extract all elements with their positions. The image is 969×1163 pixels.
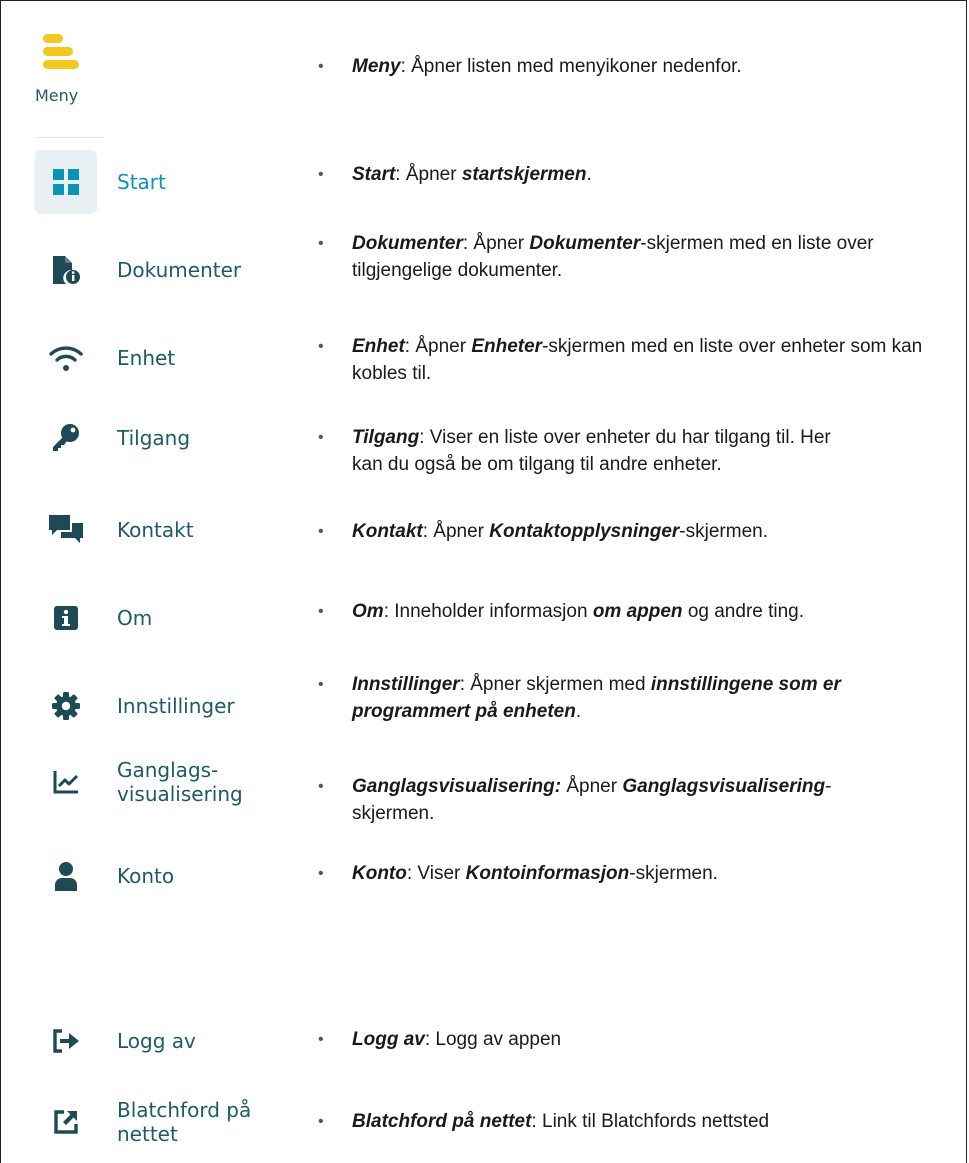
desc-4: • Tilgang: Viser en liste over enheter du… xyxy=(318,427,831,475)
desc-emphasis: om appen xyxy=(592,601,683,622)
user-icon xyxy=(35,844,97,908)
gear-icon xyxy=(35,674,97,738)
desc-6: • Om: Inneholder informasjon om appen og … xyxy=(318,601,805,622)
desc-emphasis: Ganglagsvisualisering xyxy=(622,776,826,797)
desc-emphasis: Enheter xyxy=(471,336,543,357)
info-icon xyxy=(35,586,97,650)
external-link-icon xyxy=(35,1090,97,1154)
menu-item-dokumenter[interactable]: Dokumenter xyxy=(35,238,297,302)
desc-2: • Dokumenter: Åpner Dokumenter-skjermen m… xyxy=(318,233,874,281)
menu-logo-icon xyxy=(43,34,79,69)
desc-text: og andre ting. xyxy=(682,601,805,622)
desc-0: • Meny: Åpner listen med menyikoner neden… xyxy=(318,56,742,77)
desc-emphasis: Om xyxy=(352,601,384,622)
menu-item-label: Om xyxy=(117,606,153,630)
menu-item-om[interactable]: Om xyxy=(35,586,297,650)
desc-5: • Kontakt: Åpner Kontaktopplysninger-skje… xyxy=(318,521,768,542)
desc-emphasis: Meny xyxy=(352,56,401,77)
menu-item-kontakt[interactable]: Kontakt xyxy=(35,498,297,562)
desc-emphasis: Tilgang xyxy=(352,427,420,448)
desc-text: Åpner xyxy=(561,776,623,797)
desc-9: • Konto: Viser Kontoinformasjon-skjermen. xyxy=(318,863,718,884)
menu-item-blatchford[interactable]: Blatchford på nettet xyxy=(35,1090,297,1154)
key-icon xyxy=(35,406,97,470)
desc-text: . xyxy=(575,701,582,722)
desc-text: . xyxy=(586,164,592,185)
desc-text: : Link til Blatchfords nettsted xyxy=(531,1111,770,1132)
desc-text: : Åpner listen med menyikoner nedenfor. xyxy=(400,56,742,77)
menu-item-konto[interactable]: Konto xyxy=(35,844,297,908)
menu-item-label: Start xyxy=(117,170,166,194)
desc-text: : Åpner xyxy=(404,336,472,357)
line-chart-icon xyxy=(35,750,97,814)
desc-10: • Logg av: Logg av appen xyxy=(318,1029,562,1050)
menu-item-label: Enhet xyxy=(117,346,176,370)
desc-text: -skjermen. xyxy=(629,863,718,884)
desc-8: • Ganglagsvisualisering: Åpner Ganglagsvi… xyxy=(318,776,832,824)
desc-emphasis: Kontakt xyxy=(352,521,423,542)
desc-emphasis: Dokumenter xyxy=(352,233,463,254)
menu-item-label: Blatchford på nettet xyxy=(117,1098,252,1146)
menu-item-innstillinger[interactable]: Innstillinger xyxy=(35,674,297,738)
desc-emphasis: Innstillinger xyxy=(352,674,460,695)
desc-emphasis: Dokumenter xyxy=(529,233,641,254)
document-info-icon xyxy=(35,238,97,302)
desc-emphasis: Kontaktopplysninger xyxy=(489,521,680,542)
desc-emphasis: startskjermen xyxy=(461,164,587,185)
menu-label: Meny xyxy=(35,86,79,105)
desc-text: : Viser xyxy=(406,863,466,884)
chat-bubbles-icon xyxy=(35,498,97,562)
grid-icon xyxy=(35,150,97,214)
menu-item-logg-av[interactable]: Logg av xyxy=(35,1009,297,1073)
menu-divider xyxy=(35,137,103,138)
menu-item-enhet[interactable]: Enhet xyxy=(35,326,297,390)
menu-item-label: Logg av xyxy=(117,1029,196,1053)
menu-item-label: Tilgang xyxy=(117,426,191,450)
menu-item-label: Kontakt xyxy=(117,518,194,542)
desc-emphasis: Kontoinformasjon xyxy=(465,863,630,884)
desc-emphasis: Start xyxy=(352,164,396,185)
desc-emphasis: Konto xyxy=(352,863,407,884)
desc-text: : Inneholder informasjon xyxy=(383,601,593,622)
desc-1: • Start: Åpner startskjermen. xyxy=(318,164,592,185)
side-menu: Meny Start Dokumenter Enhet Tilgang Kont… xyxy=(0,0,300,1163)
desc-text: : Åpner xyxy=(422,521,490,542)
desc-text: : Åpner xyxy=(395,164,462,185)
menu-item-ganglagsvisualisering[interactable]: Ganglags- visualisering xyxy=(35,750,297,814)
menu-item-label: Innstillinger xyxy=(117,694,235,718)
menu-item-label: Dokumenter xyxy=(117,258,242,282)
desc-11: • Blatchford på nettet: Link til Blatchfo… xyxy=(318,1111,770,1132)
desc-text: : Åpner xyxy=(462,233,530,254)
desc-text: -skjermen. xyxy=(679,521,768,542)
desc-emphasis: Enhet xyxy=(352,336,405,357)
desc-text: : Viser en liste over enheter du har til… xyxy=(352,427,831,475)
menu-item-tilgang[interactable]: Tilgang xyxy=(35,406,297,470)
wifi-icon xyxy=(35,326,97,390)
desc-7: • Innstillinger: Åpner skjermen med innst… xyxy=(318,674,841,722)
desc-3: • Enhet: Åpner Enheter-skjermen med en li… xyxy=(318,336,923,384)
menu-item-label: Konto xyxy=(117,864,175,888)
menu-button[interactable]: Meny xyxy=(35,28,105,108)
desc-emphasis: Logg av xyxy=(352,1029,425,1050)
menu-item-label: Ganglags- visualisering xyxy=(117,758,243,806)
logout-icon xyxy=(35,1009,97,1073)
desc-emphasis: Ganglagsvisualisering: xyxy=(352,776,562,797)
desc-emphasis: Blatchford på nettet xyxy=(352,1111,532,1132)
desc-text: : Logg av appen xyxy=(424,1029,562,1050)
menu-item-start[interactable]: Start xyxy=(35,150,297,214)
desc-text: : Åpner skjermen med xyxy=(459,674,651,695)
